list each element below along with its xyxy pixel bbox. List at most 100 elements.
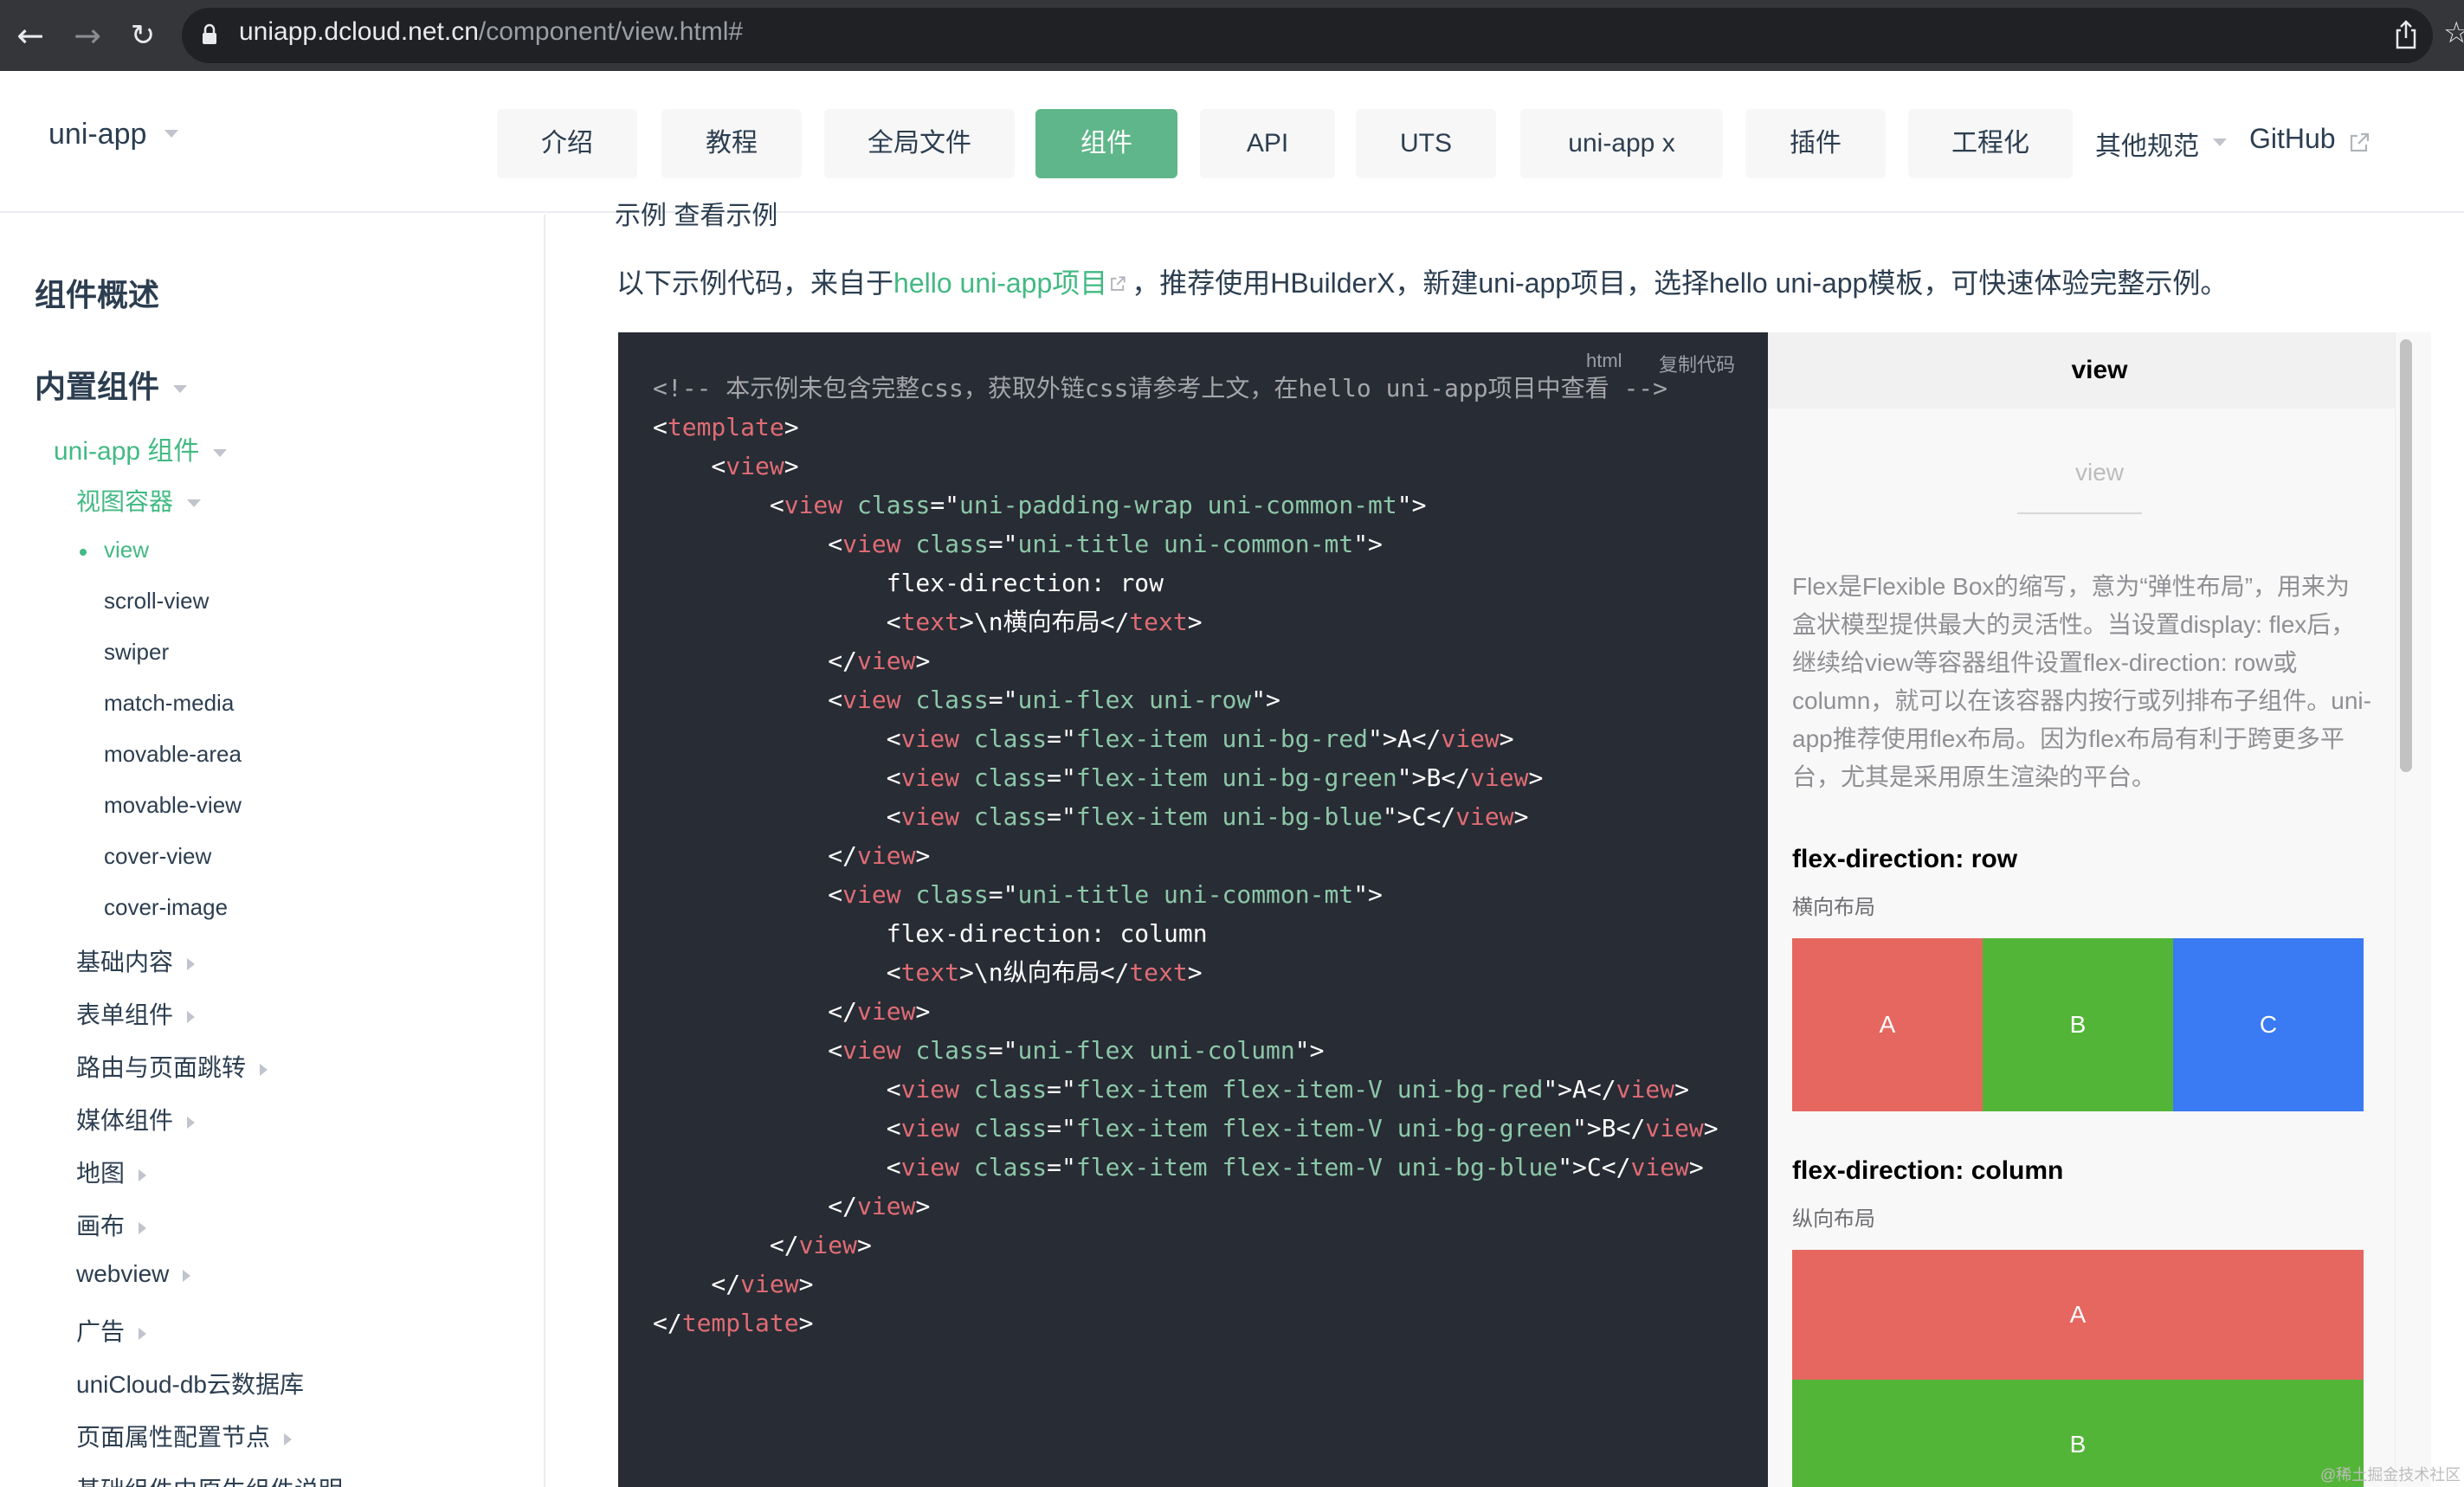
code-token: class: [842, 491, 931, 519]
sidebar-item-movable-view[interactable]: movable-view: [104, 792, 242, 819]
sidebar-item-scroll-view[interactable]: scroll-view: [104, 588, 209, 615]
sidebar-item-unicloud-db[interactable]: uniCloud-db云数据库: [76, 1366, 304, 1400]
sidebar-group-navigation[interactable]: 路由与页面跳转: [76, 1049, 268, 1084]
code-token: <: [653, 686, 843, 714]
tab-uni-app-x[interactable]: uni-app x: [1520, 109, 1723, 178]
intro-prefix: 以下示例代码，来自于: [616, 267, 894, 299]
sidebar-overview[interactable]: 组件概述: [35, 270, 159, 315]
sidebar-builtin-components[interactable]: 内置组件: [35, 362, 188, 407]
code-token: view: [857, 997, 916, 1026]
code-token: text: [900, 608, 960, 636]
tab-uts[interactable]: UTS: [1356, 109, 1496, 178]
sidebar-item-swiper[interactable]: swiper: [104, 639, 169, 666]
caret-right-icon: [284, 1432, 293, 1445]
code-token: ">C</: [1558, 1153, 1631, 1181]
code-token: text: [900, 958, 960, 987]
sidebar-item-cover-view[interactable]: cover-view: [104, 843, 211, 870]
code-line: <view class="flex-item uni-bg-red">A</vi…: [653, 719, 1719, 758]
code-token: view: [857, 841, 916, 870]
sidebar-item-native-components[interactable]: 基础组件中原生组件说明: [76, 1471, 343, 1487]
column-section-title: flex-direction: column: [1792, 1156, 2064, 1185]
code-token: template: [681, 1309, 799, 1337]
code-line: </view>: [653, 1265, 1719, 1304]
code-line: <view class="flex-item uni-bg-green">B</…: [653, 758, 1719, 797]
code-token: >: [915, 647, 931, 675]
caret-right-icon: [260, 1063, 268, 1076]
code-token: ">: [1396, 491, 1427, 519]
column-box-a: A: [1792, 1250, 2364, 1380]
github-link[interactable]: GitHub: [2249, 123, 2336, 155]
code-line: </view>: [653, 1226, 1719, 1265]
other-specs-menu[interactable]: 其他规范: [2095, 125, 2199, 163]
tab-api[interactable]: API: [1200, 109, 1335, 178]
code-token: class: [900, 880, 989, 909]
code-token: >: [1499, 724, 1514, 753]
code-token: view: [842, 530, 901, 558]
code-line: <view class="flex-item uni-bg-blue">C</v…: [653, 797, 1719, 836]
code-token: <: [653, 452, 726, 480]
sidebar-group-form[interactable]: 表单组件: [76, 996, 196, 1031]
tab-global-files[interactable]: 全局文件: [824, 109, 1015, 178]
sidebar-group-basic-content[interactable]: 基础内容: [76, 943, 196, 978]
code-token: </: [653, 997, 858, 1026]
star-icon[interactable]: ☆: [2443, 16, 2464, 50]
code-token: view: [900, 724, 960, 753]
code-token: uni-flex uni-column: [1017, 1036, 1295, 1065]
code-token: ">A</: [1368, 724, 1442, 753]
code-token: flex-item uni-bg-red: [1075, 724, 1369, 753]
intro-paragraph: 以下示例代码，来自于hello uni-app项目 ，推荐使用HBuilderX，…: [616, 261, 2228, 301]
url-text[interactable]: uniapp.dcloud.net.cn/component/view.html…: [239, 17, 743, 47]
sidebar-group-label: 表单组件: [76, 1001, 174, 1028]
hello-uniapp-link[interactable]: hello uni-app项目: [893, 267, 1107, 299]
caret-down-icon: [164, 130, 178, 138]
code-token: ">B</: [1572, 1114, 1646, 1143]
sidebar-group-label: 页面属性配置节点: [76, 1424, 271, 1451]
code-token: view: [900, 1153, 960, 1181]
code-token: >: [1688, 1153, 1704, 1181]
code-token: class: [959, 802, 1048, 831]
sidebar-group-canvas[interactable]: 画布: [76, 1207, 147, 1242]
code-token: =": [1047, 724, 1076, 753]
code-line: <view class="uni-title uni-common-mt">: [653, 875, 1719, 914]
tab-engineering[interactable]: 工程化: [1908, 109, 2073, 178]
code-token: class: [959, 1075, 1048, 1104]
sidebar-group-map[interactable]: 地图: [76, 1155, 147, 1189]
tab-tutorial[interactable]: 教程: [661, 109, 802, 178]
share-icon[interactable]: [2393, 19, 2419, 50]
sidebar-item-cover-image[interactable]: cover-image: [104, 894, 228, 921]
code-token: <: [653, 724, 901, 753]
column-section-subtitle: 纵向布局: [1792, 1207, 1875, 1231]
code-token: >: [915, 997, 931, 1026]
code-line: </template>: [653, 1304, 1719, 1342]
back-arrow-icon[interactable]: ←: [9, 14, 52, 57]
sidebar-group-media[interactable]: 媒体组件: [76, 1102, 196, 1136]
sidebar-group-ads[interactable]: 广告: [76, 1313, 147, 1348]
tab-plugins[interactable]: 插件: [1745, 109, 1886, 178]
brand-selector[interactable]: uni-app: [48, 118, 146, 151]
code-token: <: [653, 1114, 901, 1143]
code-line: <view class="uni-title uni-common-mt">: [653, 525, 1719, 563]
preview-scrollbar-thumb[interactable]: [2400, 339, 2412, 772]
code-line: </view>: [653, 992, 1719, 1031]
tab-intro[interactable]: 介绍: [497, 109, 637, 178]
forward-arrow-icon[interactable]: →: [66, 14, 109, 57]
code-token: <: [653, 880, 843, 909]
code-token: >\n横向布局</: [959, 608, 1130, 636]
sidebar-view-containers[interactable]: 视图容器: [76, 483, 202, 518]
reload-icon[interactable]: ↻: [121, 14, 164, 57]
site-navbar: uni-app 介绍 教程 全局文件 组件 API UTS uni-app x …: [0, 71, 2464, 213]
sidebar-uniapp-components[interactable]: uni-app 组件: [54, 429, 228, 467]
sidebar-item-movable-area[interactable]: movable-area: [104, 741, 242, 768]
code-token: >: [798, 1309, 814, 1337]
sidebar-item-match-media[interactable]: match-media: [104, 690, 234, 717]
sidebar-group-label: 媒体组件: [76, 1107, 174, 1134]
code-token: template: [667, 413, 784, 441]
tab-components[interactable]: 组件: [1035, 109, 1177, 178]
code-token: flex-item uni-bg-green: [1075, 763, 1397, 792]
sidebar-group-webview[interactable]: webview: [76, 1260, 191, 1288]
sidebar-item-view[interactable]: view: [104, 537, 149, 563]
code-token: ">: [1251, 686, 1280, 714]
code-token: class: [959, 1114, 1048, 1143]
code-token: view: [726, 452, 784, 480]
sidebar-group-page-meta[interactable]: 页面属性配置节点: [76, 1419, 293, 1453]
